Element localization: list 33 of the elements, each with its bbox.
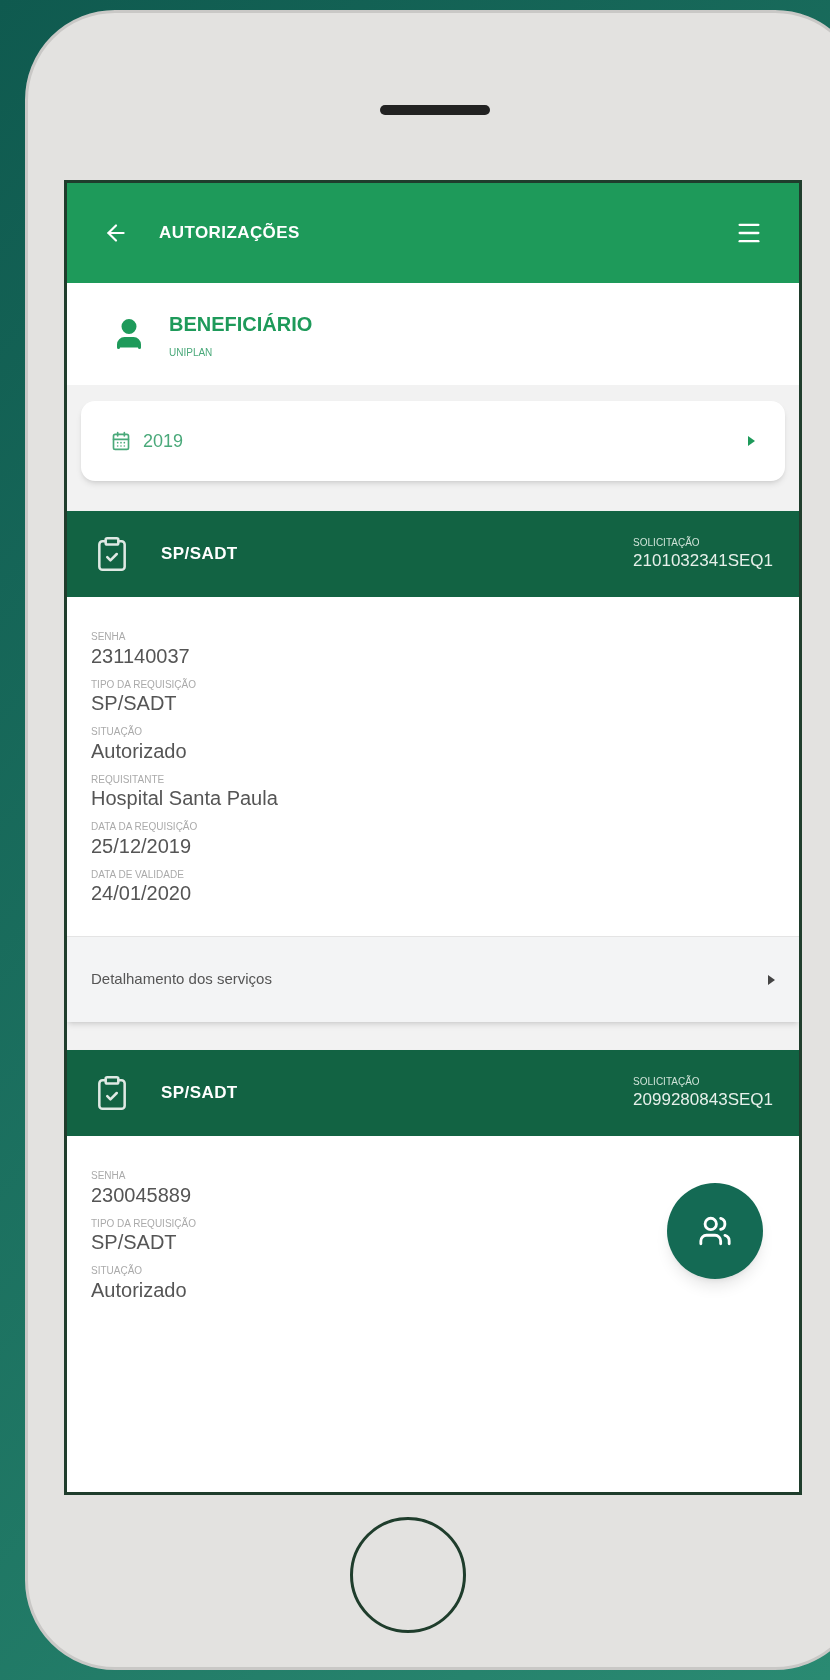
field-label: TIPO DA REQUISIÇÃO bbox=[91, 1217, 197, 1230]
beneficiary-label: BENEFICIÁRIO bbox=[169, 311, 313, 337]
card-title: SP/SADT bbox=[161, 543, 238, 566]
home-button[interactable] bbox=[350, 1517, 466, 1633]
field-value: Autorizado bbox=[91, 1277, 187, 1303]
calendar-icon bbox=[111, 430, 131, 452]
field-value: Hospital Santa Paula bbox=[91, 786, 278, 811]
field-label: DATA DE VALIDADE bbox=[91, 868, 184, 881]
people-icon bbox=[698, 1214, 732, 1248]
field-value: SP/SADT bbox=[91, 1230, 177, 1255]
field-label: SENHA bbox=[91, 1170, 126, 1183]
field-label: REQUISITANTE bbox=[91, 773, 165, 786]
app-bar-title: AUTORIZAÇÕES bbox=[159, 222, 300, 245]
field-value: SP/SADT bbox=[91, 691, 177, 716]
field-label: SITUAÇÃO bbox=[91, 726, 143, 739]
card-title: SP/SADT bbox=[161, 1082, 238, 1105]
request-number: 2101032341SEQ1 bbox=[633, 549, 773, 571]
request-label: SOLICITAÇÃO bbox=[633, 537, 700, 550]
field-value: 24/01/2020 bbox=[91, 881, 192, 906]
field-label: SITUAÇÃO bbox=[91, 1265, 143, 1278]
field-value: 230045889 bbox=[91, 1182, 192, 1208]
field-value: 25/12/2019 bbox=[91, 833, 192, 859]
field-label: TIPO DA REQUISIÇÃO bbox=[91, 678, 197, 691]
field-value: 231140037 bbox=[91, 643, 190, 669]
caret-icon bbox=[768, 974, 775, 985]
request-number: 2099280843SEQ1 bbox=[633, 1088, 773, 1110]
field-label: SENHA bbox=[91, 631, 126, 644]
field-label: DATA DA REQUISIÇÃO bbox=[91, 821, 198, 834]
plan-name: UNIPLAN bbox=[169, 345, 213, 360]
services-detail-row[interactable]: Detalhamento dos serviços bbox=[67, 936, 799, 1022]
caret-icon bbox=[748, 436, 755, 446]
field-value: Autorizado bbox=[91, 738, 187, 764]
request-label: SOLICITAÇÃO bbox=[633, 1076, 700, 1089]
